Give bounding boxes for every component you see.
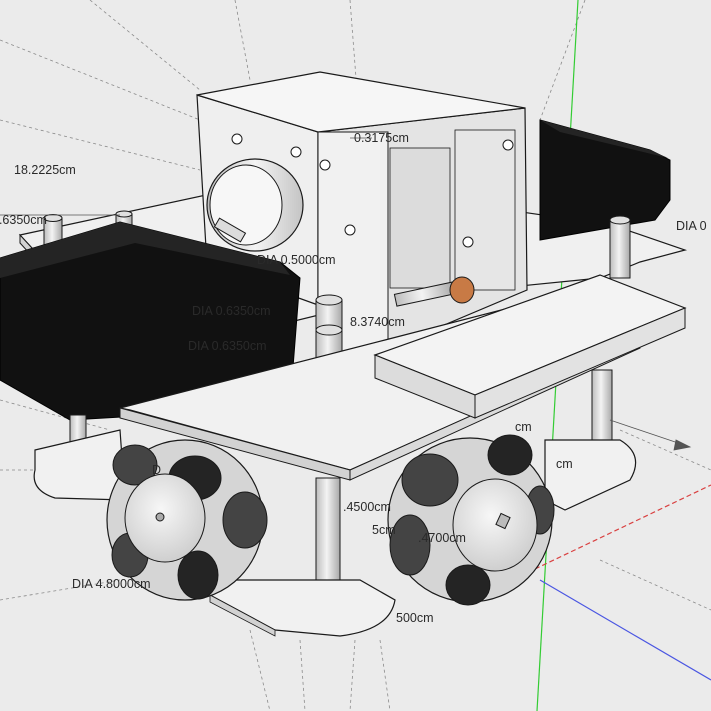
dimension-label: DIA 0	[676, 219, 707, 233]
dimension-label: cm	[515, 420, 532, 434]
blue-axis	[539, 579, 711, 681]
dimension-label: DIA 0.6350cm	[192, 304, 271, 318]
modeling-viewport[interactable]: 18.2225cm 0.3175cm 0.6350cm DIA 0 DIA 0.…	[0, 0, 711, 711]
dimension-label: 0.3175cm	[354, 131, 409, 145]
dimension-label: 500cm	[396, 611, 434, 625]
right-omni-wheel	[387, 434, 555, 606]
robot-3d-model[interactable]: 18.2225cm 0.3175cm 0.6350cm DIA 0 DIA 0.…	[0, 0, 711, 711]
standoff	[609, 219, 631, 279]
drive-motor	[206, 158, 304, 252]
wheel-hub	[124, 473, 206, 563]
dimension-label: .4500cm	[343, 500, 391, 514]
dimension-label: DIA 0.5000cm	[257, 253, 336, 267]
shaft-coupler	[449, 276, 475, 304]
dimension-label: 5cm	[372, 523, 396, 537]
dimension-label: 8.3740cm	[350, 315, 405, 329]
dimension-label: 0.6350cm	[0, 213, 47, 227]
roller	[487, 434, 533, 476]
wheel-hub	[452, 478, 538, 572]
dimension-label: .4700cm	[418, 531, 466, 545]
roller	[445, 564, 491, 606]
left-omni-wheel	[106, 439, 268, 601]
dimension-label: 18.2225cm	[14, 163, 76, 177]
right-battery-pack	[539, 119, 671, 241]
dimension-label: D	[152, 463, 161, 477]
dimension-label: DIA 4.8000cm	[72, 577, 151, 591]
roller	[389, 514, 431, 576]
roller	[177, 550, 219, 600]
roller	[222, 491, 268, 549]
dimension-label: DIA 0.6350cm	[188, 339, 267, 353]
roller	[401, 453, 459, 507]
dimension-label: cm	[556, 457, 573, 471]
